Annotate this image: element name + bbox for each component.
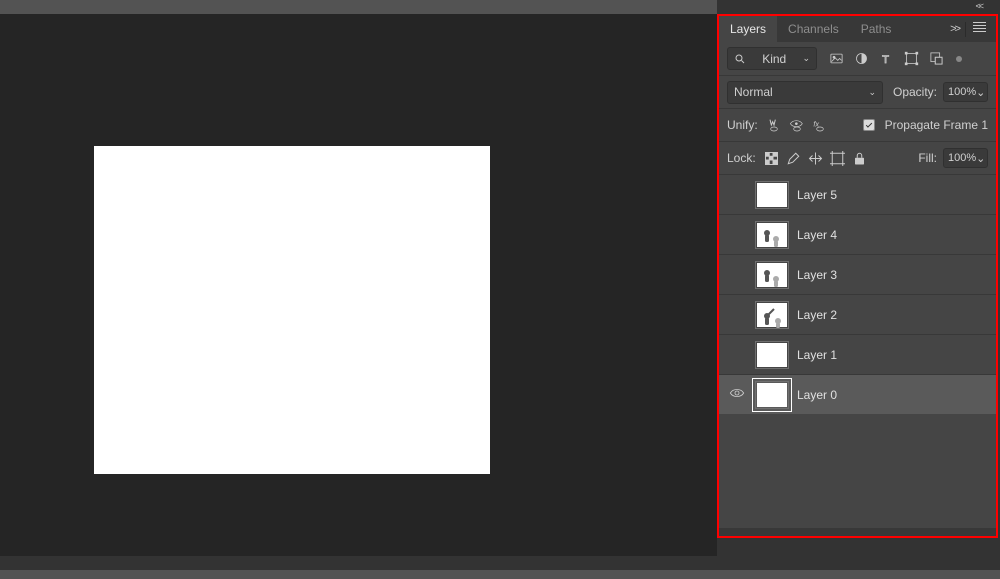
- adjustment-layer-filter-icon[interactable]: [854, 51, 869, 66]
- tab-layers[interactable]: Layers: [719, 16, 777, 42]
- blend-row: Normal ⌄ Opacity: 100% ⌄: [719, 75, 996, 108]
- filter-type-label: Kind: [762, 52, 786, 66]
- top-control-strip: [0, 0, 717, 14]
- layer-row[interactable]: Layer 2: [719, 294, 996, 334]
- bottom-strip: [0, 570, 1000, 579]
- layer-thumbnail[interactable]: [755, 341, 789, 369]
- opacity-input[interactable]: 100% ⌄: [943, 82, 988, 102]
- document-canvas[interactable]: [94, 146, 490, 474]
- layer-name[interactable]: Layer 5: [797, 188, 837, 202]
- fill-input[interactable]: 100% ⌄: [943, 148, 988, 168]
- blend-mode-value: Normal: [734, 85, 773, 99]
- layer-name[interactable]: Layer 2: [797, 308, 837, 322]
- layer-row[interactable]: Layer 4: [719, 214, 996, 254]
- lock-position-icon[interactable]: [808, 151, 823, 166]
- filter-toggle-switch[interactable]: [956, 56, 962, 62]
- visibility-toggle[interactable]: [727, 386, 747, 404]
- fill-label: Fill:: [918, 151, 937, 165]
- layer-list: Layer 5 Layer 4 Layer 3 Layer 2 Layer 1 Layer…: [719, 174, 996, 414]
- layer-thumbnail[interactable]: [755, 221, 789, 249]
- layer-name[interactable]: Layer 3: [797, 268, 837, 282]
- tab-paths[interactable]: Paths: [850, 16, 903, 42]
- opacity-value: 100%: [948, 86, 976, 98]
- canvas-area: [0, 14, 717, 556]
- unify-row: Unify: fx Propagate Frame 1: [719, 108, 996, 141]
- search-icon: [734, 53, 746, 65]
- unify-label: Unify:: [727, 118, 758, 132]
- unify-position-icon[interactable]: [766, 118, 782, 132]
- lock-row: Lock: Fill: 100% ⌄: [719, 141, 996, 174]
- opacity-label: Opacity:: [893, 85, 937, 99]
- lock-all-icon[interactable]: [852, 151, 867, 166]
- layer-thumbnail[interactable]: [755, 301, 789, 329]
- unify-visibility-icon[interactable]: [789, 118, 805, 132]
- tab-channels[interactable]: Channels: [777, 16, 850, 42]
- layer-name[interactable]: Layer 1: [797, 348, 837, 362]
- collapse-panel-icon[interactable]: >>: [944, 23, 965, 35]
- panel-tabs: Layers Channels Paths >>: [719, 16, 996, 42]
- propagate-frame-label: Propagate Frame 1: [885, 118, 988, 132]
- chevron-down-icon: ⌄: [868, 87, 876, 98]
- layer-thumbnail[interactable]: [755, 181, 789, 209]
- propagate-frame-checkbox[interactable]: [863, 119, 875, 131]
- shape-layer-filter-icon[interactable]: [904, 51, 919, 66]
- blend-mode-select[interactable]: Normal ⌄: [727, 81, 883, 104]
- layer-thumbnail[interactable]: [755, 261, 789, 289]
- filter-icons: T: [829, 51, 962, 66]
- lock-label: Lock:: [727, 151, 756, 165]
- lock-artboard-icon[interactable]: [830, 151, 845, 166]
- filter-type-select[interactable]: Kind ⌄: [727, 47, 817, 70]
- chevron-down-icon: ⌄: [976, 86, 985, 99]
- eye-icon: [729, 386, 745, 404]
- lock-pixels-icon[interactable]: [786, 151, 801, 166]
- layer-row[interactable]: Layer 5: [719, 174, 996, 214]
- pixel-layer-filter-icon[interactable]: [829, 51, 844, 66]
- panel-footer: [719, 528, 996, 536]
- layer-row[interactable]: Layer 3: [719, 254, 996, 294]
- lock-transparency-icon[interactable]: [764, 151, 779, 166]
- smart-object-filter-icon[interactable]: [929, 51, 944, 66]
- hamburger-icon: [973, 20, 986, 34]
- collapse-chevron-icon[interactable]: <<: [975, 1, 982, 11]
- layer-thumbnail[interactable]: [755, 381, 789, 409]
- unify-style-icon[interactable]: fx: [812, 118, 828, 132]
- layer-name[interactable]: Layer 4: [797, 228, 837, 242]
- layers-panel: Layers Channels Paths >> Kind ⌄ T: [717, 14, 998, 538]
- fill-value: 100%: [948, 152, 976, 164]
- layer-name[interactable]: Layer 0: [797, 388, 837, 402]
- svg-text:T: T: [882, 54, 889, 66]
- chevron-down-icon: ⌄: [976, 152, 985, 165]
- type-layer-filter-icon[interactable]: T: [879, 51, 894, 66]
- layer-row[interactable]: Layer 1: [719, 334, 996, 374]
- chevron-down-icon: ⌄: [802, 53, 810, 64]
- layer-row[interactable]: Layer 0: [719, 374, 996, 414]
- panel-menu-button[interactable]: [966, 20, 996, 39]
- layer-filter-row: Kind ⌄ T: [719, 42, 996, 75]
